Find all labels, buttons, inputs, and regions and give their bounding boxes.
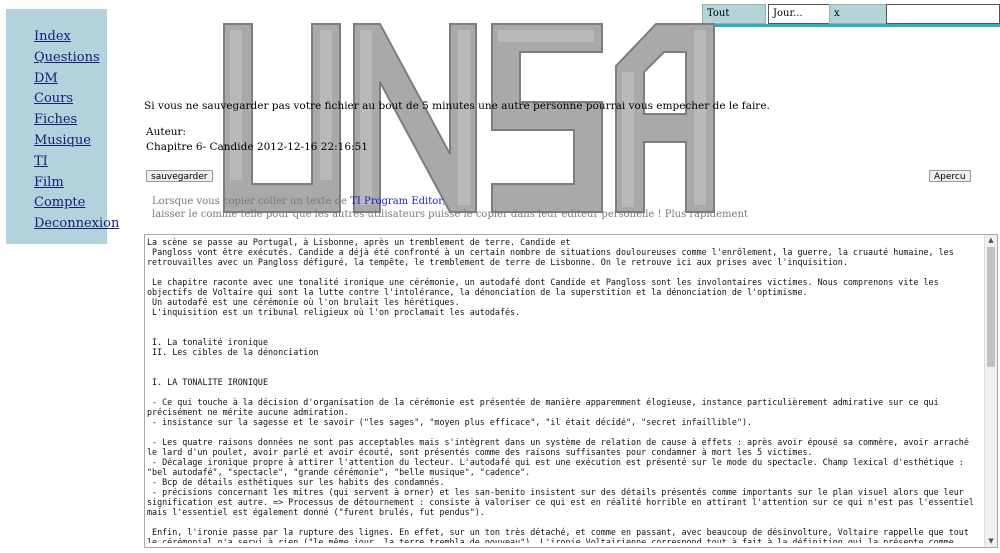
scroll-up-arrow-icon[interactable]: ▲ [985, 235, 997, 246]
paste-hint-prefix: Lorsque vous copier coller un texte de [152, 196, 351, 207]
scroll-down-arrow-icon[interactable]: ▼ [985, 536, 997, 547]
sidebar-link-questions[interactable]: Questions [34, 50, 100, 65]
editor-text[interactable]: La scène se passe au Portugal, à Lisbonn… [147, 237, 982, 543]
content-editor[interactable]: La scène se passe au Portugal, à Lisbonn… [144, 234, 998, 548]
sidebar-link-film[interactable]: Film [34, 175, 64, 190]
clear-filter-button[interactable]: x [829, 4, 889, 24]
topbar-accent-stripe [702, 24, 1000, 27]
filter-all-select[interactable]: Tout [702, 4, 766, 24]
sidebar-link-fiches[interactable]: Fiches [34, 112, 77, 127]
preview-button[interactable]: Apercu [929, 170, 971, 182]
sidebar-item-compte: Compte [34, 193, 107, 214]
sidebar-item-musique: Musique [34, 131, 107, 152]
sidebar-item-index: Index [34, 27, 107, 48]
sidebar-link-cours[interactable]: Cours [34, 91, 73, 106]
filter-date-select[interactable]: Jour... [768, 4, 830, 24]
chapter-title: Chapitre 6- Candide 2012-12-16 22:16:51 [146, 141, 368, 153]
editor-scrollbar[interactable]: ▲ ▼ [984, 235, 997, 547]
sidebar-item-fiches: Fiches [34, 110, 107, 131]
sidebar-item-deconnexion: Deconnexion [34, 214, 119, 235]
paste-hint-line2: laisser le comme telle pour que les autr… [152, 209, 748, 220]
save-timeout-notice: Si vous ne sauvegarder pas votre fichier… [144, 100, 770, 112]
sidebar-link-compte[interactable]: Compte [34, 195, 85, 210]
sidebar-item-dm: DM [34, 69, 107, 90]
sidebar-item-cours: Cours [34, 89, 107, 110]
sidebar-link-deconnexion[interactable]: Deconnexion [34, 216, 119, 231]
sidebar-item-ti: TI [34, 152, 107, 173]
sidebar-link-musique[interactable]: Musique [34, 133, 91, 148]
search-input[interactable] [886, 4, 1000, 24]
paste-hint-line1: Lorsque vous copier coller un texte de T… [152, 196, 445, 207]
sidebar-link-dm[interactable]: DM [34, 71, 58, 86]
sidebar-link-ti[interactable]: TI [34, 154, 48, 169]
sidebar-nav: Index Questions DM Cours Fiches Musique … [6, 9, 119, 244]
sidebar-link-index[interactable]: Index [34, 29, 71, 44]
sidebar-item-questions: Questions [34, 48, 107, 69]
top-search-bar: Tout Jour... x [702, 4, 1000, 27]
paste-hint-suffix: , [441, 196, 446, 207]
scroll-thumb[interactable] [987, 247, 995, 367]
sidebar-item-film: Film [34, 173, 107, 194]
author-label: Auteur: [146, 126, 187, 138]
save-button[interactable]: sauvegarder [146, 170, 213, 182]
ti-program-editor-link[interactable]: TI Program Editor [350, 196, 442, 207]
